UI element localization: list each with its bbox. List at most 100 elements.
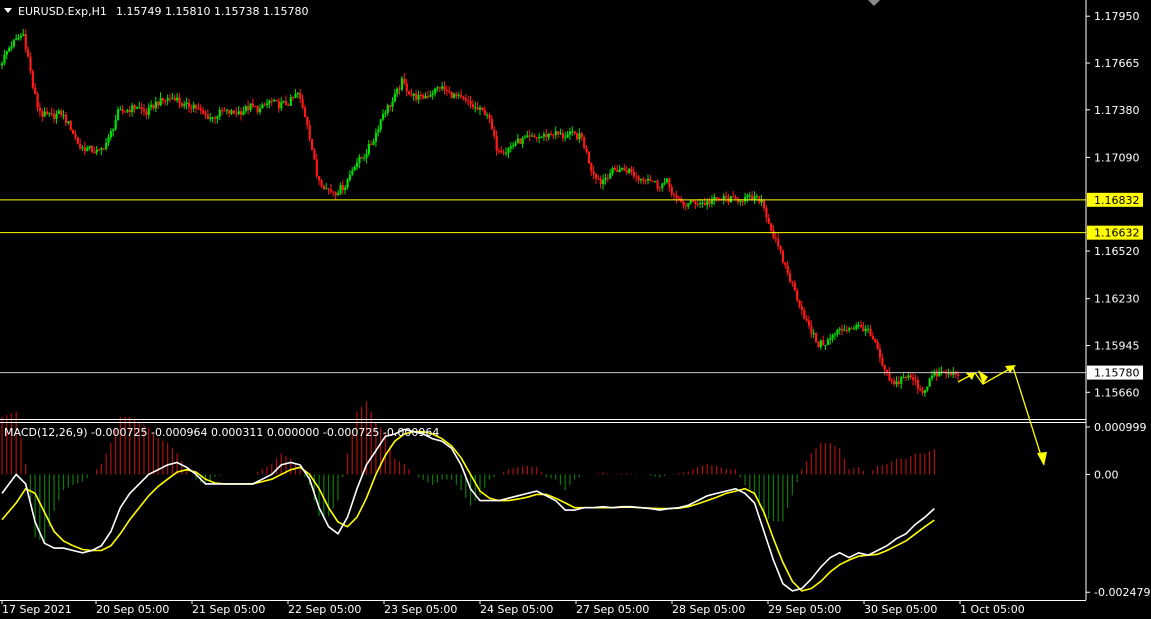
candle-body (270, 100, 273, 102)
candle-body (90, 145, 94, 152)
candle-body (606, 177, 609, 179)
candle-body (469, 101, 472, 105)
candle-body (277, 101, 281, 109)
price-axis: 1.17950 1.17665 1.17380 1.17090 1.16520 1.162… (1086, 10, 1143, 399)
candle-body (739, 201, 742, 203)
candle-body (957, 374, 960, 376)
candle-body (637, 176, 640, 181)
candle-body (154, 101, 158, 109)
candle-body (303, 107, 307, 118)
candle-body (841, 328, 844, 331)
candle-body (689, 200, 692, 204)
candle-body (178, 97, 181, 103)
candle-body (251, 103, 255, 107)
candle-body (675, 195, 678, 198)
candle-body (772, 230, 775, 238)
candle-body (128, 109, 131, 113)
candle-body (445, 90, 449, 92)
candle-body (45, 111, 49, 115)
candle-body (247, 106, 250, 111)
candle-body (135, 107, 139, 109)
candle-body (88, 145, 91, 148)
candle-body (55, 113, 58, 119)
candle-body (412, 93, 415, 96)
candle-body (315, 159, 318, 177)
candle-body (325, 188, 328, 190)
candle-body (703, 202, 707, 206)
candle-body (760, 200, 763, 203)
candle-body (528, 135, 531, 137)
candle-body (232, 110, 236, 114)
candle-body (225, 109, 229, 111)
trading-chart[interactable]: EURUSD.Exp,H1 1.15749 1.15810 1.15738 1.… (0, 0, 1151, 619)
candle-body (881, 357, 884, 366)
candle-body (751, 195, 754, 200)
candle-body (755, 196, 759, 198)
candle-body (341, 185, 344, 191)
candle-body (256, 106, 259, 113)
candle-body (119, 109, 122, 111)
candle-body (429, 94, 432, 97)
candle-body (183, 104, 186, 107)
candle-body (658, 187, 662, 189)
candle-body (616, 170, 619, 173)
price-tick-label: 1.16230 (1094, 293, 1140, 306)
candle-body (202, 110, 205, 114)
candle-body (190, 107, 193, 109)
candle-body (415, 93, 418, 100)
candle (928, 377, 931, 387)
candle-body (864, 329, 867, 332)
candle-body (765, 208, 768, 218)
candle-body (670, 186, 673, 195)
ohlc-values: 1.15749 1.15810 1.15738 1.15780 (116, 5, 308, 18)
candle-body (34, 87, 37, 95)
candle-body (817, 342, 820, 348)
candle-body (374, 132, 378, 142)
candle-body (611, 167, 614, 174)
candle-body (907, 375, 910, 378)
candle-body (831, 335, 834, 339)
candle-body (736, 198, 740, 203)
candle-body (921, 390, 924, 393)
time-tick-label: 28 Sep 05:00 (672, 603, 745, 616)
candle-body (583, 137, 586, 148)
chart-background (0, 0, 1151, 619)
candle-body (3, 54, 6, 64)
candle-body (644, 180, 647, 182)
candle-body (393, 93, 397, 102)
candle-body (322, 185, 326, 189)
candle-body (240, 111, 243, 115)
candle (31, 69, 34, 90)
candle-body (147, 107, 150, 115)
candle-body (753, 196, 756, 200)
candle-body (919, 388, 922, 391)
candle-body (249, 103, 252, 111)
candle-body (460, 95, 463, 98)
candle-body (419, 94, 423, 96)
candle-body (244, 106, 247, 112)
candle-body (916, 379, 919, 389)
candle-body (871, 335, 875, 340)
candle (587, 150, 591, 165)
candle-body (677, 197, 680, 199)
candle-body (744, 196, 747, 202)
candle-body (69, 121, 72, 131)
candle-body (76, 137, 79, 144)
time-tick-label: 1 Oct 05:00 (960, 603, 1025, 616)
candle-body (699, 202, 702, 205)
candle-body (29, 56, 32, 72)
candle-body (173, 97, 176, 101)
candle-body (306, 117, 309, 126)
price-tick-label: 1.15660 (1094, 386, 1140, 399)
candle-body (855, 325, 858, 329)
candle-body (100, 148, 103, 150)
candle-body (479, 107, 482, 110)
candle-body (807, 320, 811, 326)
candle-body (417, 94, 420, 100)
candle-body (599, 178, 602, 185)
candle-body (568, 131, 572, 135)
candle-body (8, 47, 11, 52)
candle-body (710, 200, 714, 204)
candle-body (308, 125, 311, 140)
candle-body (36, 94, 39, 108)
